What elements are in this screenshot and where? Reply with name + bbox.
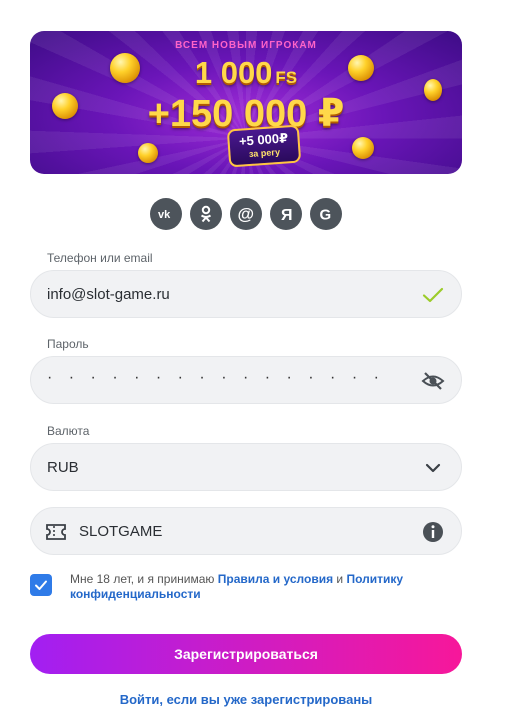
- contact-label: Телефон или email: [47, 251, 153, 265]
- check-icon: [422, 287, 444, 303]
- password-field[interactable]: · · · · · · · · · · · · · · · ·: [30, 356, 462, 404]
- free-spins-amount: 1 000: [194, 55, 273, 90]
- agreement-and: и: [333, 572, 347, 586]
- free-spins-suffix: FS: [275, 68, 298, 87]
- odnoklassniki-icon[interactable]: [190, 198, 222, 230]
- promo-code-value[interactable]: SLOTGAME: [79, 523, 162, 540]
- mail-icon[interactable]: @: [230, 198, 262, 230]
- vk-icon[interactable]: vk: [150, 198, 182, 230]
- promo-banner[interactable]: ВСЕМ НОВЫМ ИГРОКАМ 1 000 FS +150 000 ₽ +5…: [30, 31, 462, 174]
- currency-label: Валюта: [47, 424, 90, 438]
- register-button[interactable]: Зарегистрироваться: [30, 634, 462, 674]
- svg-text:@: @: [238, 205, 255, 224]
- login-link[interactable]: Войти, если вы уже зарегистрированы: [0, 692, 492, 707]
- contact-value[interactable]: info@slot-game.ru: [47, 286, 170, 303]
- svg-text:vk: vk: [158, 209, 171, 220]
- banner-headline: ВСЕМ НОВЫМ ИГРОКАМ: [175, 40, 317, 51]
- password-value[interactable]: · · · · · · · · · · · · · · · ·: [47, 369, 385, 387]
- terms-link[interactable]: Правила и условия: [218, 572, 333, 586]
- agreement-text: Мне 18 лет, и я принимаю Правила и услов…: [70, 572, 465, 602]
- coin-icon: [138, 143, 158, 163]
- google-icon[interactable]: G: [310, 198, 342, 230]
- svg-text:G: G: [320, 207, 332, 224]
- checkmark-icon: [35, 580, 47, 590]
- contact-field[interactable]: info@slot-game.ru: [30, 270, 462, 318]
- banner-badge: +5 000₽ за регу: [226, 124, 302, 168]
- banner-free-spins: 1 000 FS: [30, 55, 462, 91]
- password-label: Пароль: [47, 337, 89, 351]
- social-login-row: vk @ Я G: [150, 198, 342, 230]
- currency-value: RUB: [47, 459, 79, 476]
- ticket-icon: [46, 524, 66, 540]
- chevron-down-icon: [425, 463, 441, 473]
- promo-code-field[interactable]: SLOTGAME: [30, 507, 462, 555]
- coin-icon: [352, 137, 374, 159]
- age-agreement-checkbox[interactable]: [30, 574, 52, 596]
- eye-off-icon[interactable]: [421, 369, 445, 393]
- agreement-prefix: Мне 18 лет, и я принимаю: [70, 572, 218, 586]
- currency-select[interactable]: RUB: [30, 443, 462, 491]
- yandex-icon[interactable]: Я: [270, 198, 302, 230]
- svg-text:Я: Я: [281, 207, 293, 223]
- info-icon[interactable]: [421, 520, 445, 544]
